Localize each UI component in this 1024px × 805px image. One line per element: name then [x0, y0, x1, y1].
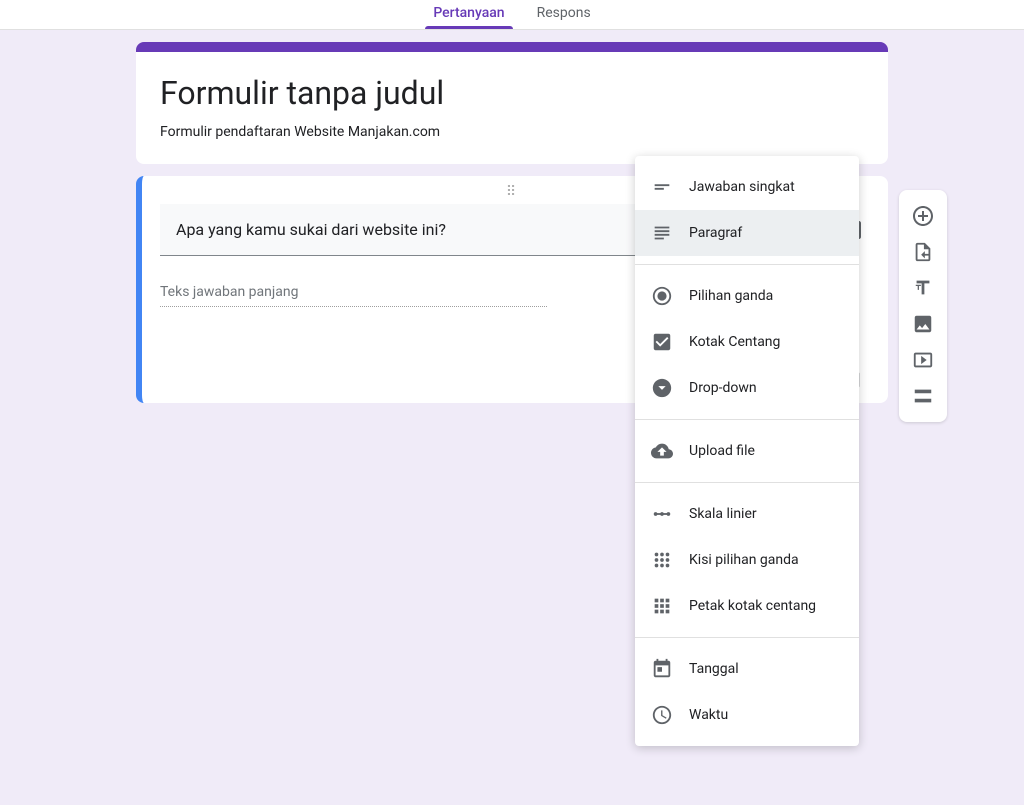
form-description[interactable]: Formulir pendaftaran Website Manjakan.co… — [160, 124, 864, 140]
clock-icon — [651, 704, 673, 726]
form-title[interactable]: Formulir tanpa judul — [160, 74, 864, 112]
calendar-icon — [651, 658, 673, 680]
dropdown-label: Kisi pilihan ganda — [689, 552, 799, 568]
dropdown-label: Petak kotak centang — [689, 598, 816, 614]
question-type-dropdown: Jawaban singkat Paragraf Pilihan ganda K… — [635, 156, 859, 746]
upload-icon — [651, 440, 673, 462]
add-title-button[interactable] — [905, 270, 941, 306]
tab-responses[interactable]: Respons — [521, 5, 607, 29]
dropdown-item-paragraph[interactable]: Paragraf — [635, 210, 859, 256]
tab-questions[interactable]: Pertanyaan — [417, 5, 520, 29]
dropdown-label: Jawaban singkat — [689, 179, 795, 195]
grid-radio-icon — [651, 549, 673, 571]
paragraph-icon — [651, 222, 673, 244]
add-video-button[interactable] — [905, 342, 941, 378]
dropdown-icon — [651, 377, 673, 399]
add-question-button[interactable] — [905, 198, 941, 234]
dropdown-label: Paragraf — [689, 225, 742, 241]
dropdown-item-dropdown[interactable]: Drop-down — [635, 365, 859, 411]
import-questions-button[interactable] — [905, 234, 941, 270]
dropdown-label: Kotak Centang — [689, 334, 780, 350]
form-header-card: Formulir tanpa judul Formulir pendaftara… — [136, 42, 888, 164]
dropdown-label: Waktu — [689, 707, 728, 723]
dropdown-item-short-answer[interactable]: Jawaban singkat — [635, 164, 859, 210]
dropdown-label: Upload file — [689, 443, 755, 459]
dropdown-item-time[interactable]: Waktu — [635, 692, 859, 738]
dropdown-item-date[interactable]: Tanggal — [635, 646, 859, 692]
dropdown-label: Drop-down — [689, 380, 757, 396]
linear-scale-icon — [651, 503, 673, 525]
radio-icon — [651, 285, 673, 307]
checkbox-icon — [651, 331, 673, 353]
short-answer-icon — [651, 176, 673, 198]
answer-placeholder: Teks jawaban panjang — [160, 284, 547, 307]
dropdown-item-file-upload[interactable]: Upload file — [635, 428, 859, 474]
dropdown-label: Pilihan ganda — [689, 288, 773, 304]
dropdown-item-multiple-choice-grid[interactable]: Kisi pilihan ganda — [635, 537, 859, 583]
grid-checkbox-icon — [651, 595, 673, 617]
dropdown-item-linear-scale[interactable]: Skala linier — [635, 491, 859, 537]
dropdown-label: Tanggal — [689, 661, 739, 677]
dropdown-divider — [635, 637, 859, 638]
dropdown-item-checkboxes[interactable]: Kotak Centang — [635, 319, 859, 365]
add-image-button[interactable] — [905, 306, 941, 342]
dropdown-item-multiple-choice[interactable]: Pilihan ganda — [635, 273, 859, 319]
dropdown-divider — [635, 264, 859, 265]
dropdown-label: Skala linier — [689, 506, 757, 522]
dropdown-item-checkbox-grid[interactable]: Petak kotak centang — [635, 583, 859, 629]
dropdown-divider — [635, 482, 859, 483]
side-toolbar — [899, 190, 947, 422]
dropdown-divider — [635, 419, 859, 420]
top-tabs: Pertanyaan Respons — [0, 0, 1024, 30]
add-section-button[interactable] — [905, 378, 941, 414]
